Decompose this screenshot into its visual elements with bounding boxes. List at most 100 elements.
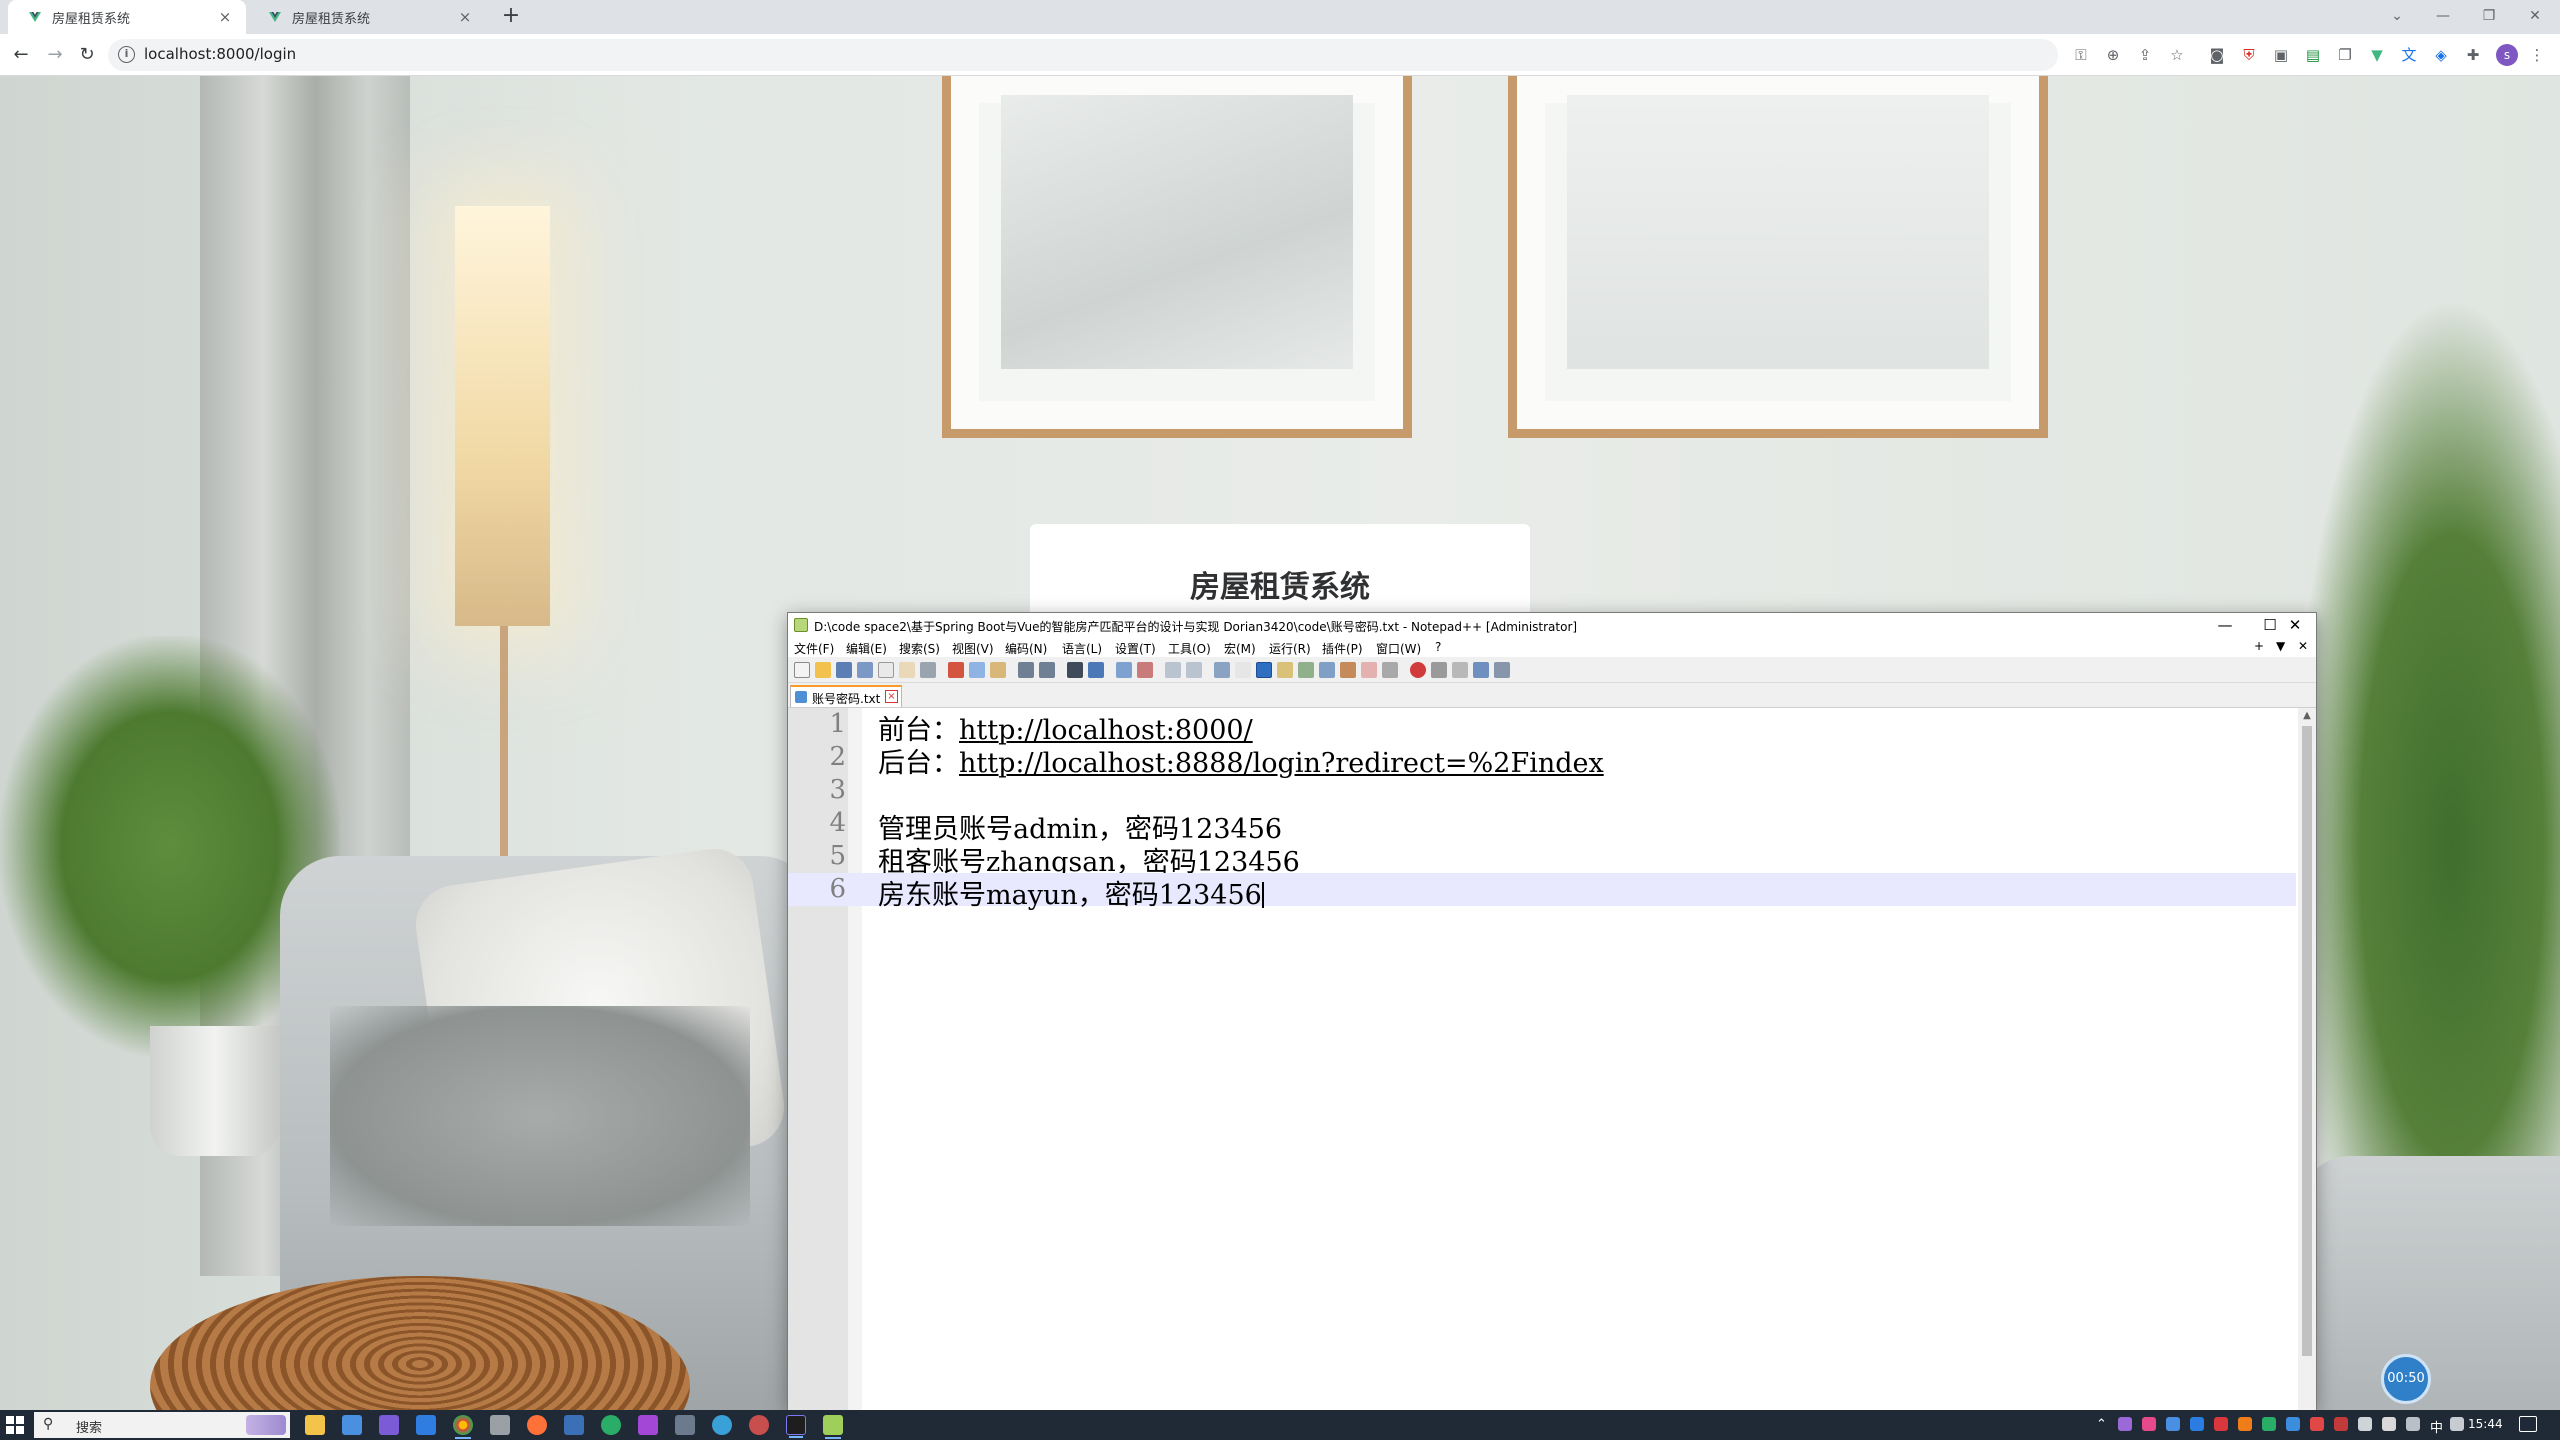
file-explorer-icon[interactable] [305, 1415, 325, 1435]
save-all-icon[interactable] [857, 662, 873, 678]
browser-menu-icon[interactable]: ⋮ [2526, 44, 2548, 66]
zoom-icon[interactable]: ⊕ [2102, 44, 2124, 66]
open-file-icon[interactable] [815, 662, 831, 678]
settings-gear-icon[interactable] [490, 1415, 510, 1435]
cut-icon[interactable] [948, 662, 964, 678]
show-all-chars-icon[interactable] [1235, 662, 1251, 678]
puzzle-icon[interactable]: ✚ [2462, 44, 2484, 66]
vue-devtools-icon[interactable]: ▼ [2366, 44, 2388, 66]
menu-plugins[interactable]: 插件(P) [1322, 640, 1363, 657]
tray-icon[interactable] [2286, 1417, 2300, 1431]
indent-guide-icon[interactable] [1256, 662, 1272, 678]
menu-help[interactable]: ? [1435, 640, 1441, 654]
windows-start-icon[interactable] [6, 1416, 24, 1434]
scrollbar-thumb[interactable] [2302, 726, 2312, 1356]
browser-tab-active[interactable]: 房屋租赁系统 × [8, 0, 246, 34]
menu-window[interactable]: 窗口(W) [1376, 640, 1421, 657]
window-close-button[interactable]: ✕ [2512, 0, 2558, 34]
replace-icon[interactable] [1088, 662, 1104, 678]
network-icon[interactable] [2406, 1417, 2420, 1431]
record-macro-icon[interactable] [1410, 662, 1426, 678]
stop-macro-icon[interactable] [1431, 662, 1447, 678]
tray-icon[interactable] [2238, 1417, 2252, 1431]
doc-map-icon[interactable] [1298, 662, 1314, 678]
reload-button[interactable]: ↻ [72, 40, 102, 70]
chrome-icon[interactable] [453, 1415, 473, 1439]
ime-indicator[interactable]: 中 [2430, 1417, 2443, 1436]
ide-icon[interactable] [786, 1415, 806, 1438]
editor-line[interactable]: 1 前台：http://localhost:8000/ [788, 708, 2316, 746]
close-all-icon[interactable] [899, 662, 915, 678]
taskbar-search-box[interactable]: ⚲ 搜索 [34, 1412, 290, 1438]
new-file-icon[interactable] [794, 662, 810, 678]
tray-icon[interactable] [2118, 1417, 2132, 1431]
share-icon[interactable]: ⇪ [2134, 44, 2156, 66]
doc-add-button[interactable]: + [2254, 639, 2264, 653]
tray-icon[interactable] [2190, 1417, 2204, 1431]
copy-icon[interactable] [969, 662, 985, 678]
scroll-up-icon[interactable]: ▲ [2298, 708, 2316, 724]
tray-icon[interactable] [2382, 1417, 2396, 1431]
editor-line[interactable]: 2 后台：http://localhost:8888/login?redirec… [788, 741, 2316, 779]
menu-tools[interactable]: 工具(O) [1168, 640, 1211, 657]
menu-macro[interactable]: 宏(M) [1224, 640, 1256, 657]
ime-mode-icon[interactable] [2450, 1417, 2464, 1431]
function-list-icon[interactable] [1319, 662, 1335, 678]
tray-icon[interactable] [2166, 1417, 2180, 1431]
shield-icon[interactable]: ⛨ [2238, 44, 2260, 66]
file-tab-close-icon[interactable]: × [885, 690, 898, 703]
tray-show-hidden-icon[interactable]: ⌃ [2096, 1417, 2107, 1432]
extension-icon[interactable]: ▣ [2270, 44, 2292, 66]
run-macro-multiple-icon[interactable] [1473, 662, 1489, 678]
forward-button[interactable]: → [40, 40, 70, 70]
window-minimize-button[interactable]: — [2420, 0, 2466, 34]
notepad-plus-plus-icon[interactable] [823, 1415, 843, 1439]
menu-edit[interactable]: 编辑(E) [846, 640, 887, 657]
notification-icon[interactable] [2519, 1416, 2537, 1432]
menu-run[interactable]: 运行(R) [1269, 640, 1311, 657]
language-icon[interactable] [1277, 662, 1293, 678]
save-icon[interactable] [836, 662, 852, 678]
menu-view[interactable]: 视图(V) [952, 640, 994, 657]
editor-line[interactable]: 5 租客账号zhangsan，密码123456 [788, 840, 2316, 878]
menu-language[interactable]: 语言(L) [1062, 640, 1102, 657]
paste-icon[interactable] [990, 662, 1006, 678]
firefox-icon[interactable] [527, 1415, 547, 1435]
back-button[interactable]: ← [6, 40, 36, 70]
address-bar[interactable]: i localhost:8000/login [108, 39, 2058, 71]
zoom-out-icon[interactable] [1137, 662, 1153, 678]
taskbar-app-icon[interactable] [675, 1415, 695, 1435]
menu-file[interactable]: 文件(F) [794, 640, 834, 657]
tray-icon[interactable] [2310, 1417, 2324, 1431]
file-tab-active[interactable]: 账号密码.txt × [790, 685, 902, 707]
taskbar-app-icon[interactable] [712, 1415, 732, 1435]
site-info-icon[interactable]: i [118, 46, 135, 63]
doc-list-button[interactable]: ▼ [2276, 639, 2285, 653]
menu-encoding[interactable]: 编码(N) [1005, 640, 1047, 657]
clipboard-icon[interactable]: ▤ [2302, 44, 2324, 66]
tray-icon[interactable] [2142, 1417, 2156, 1431]
address-bar-url[interactable]: localhost:8000/login [144, 45, 296, 63]
print-icon[interactable] [920, 662, 936, 678]
recording-timer[interactable]: 00:50 [2381, 1354, 2431, 1404]
notepad-title-bar[interactable]: D:\code space2\基于Spring Boot与Vue的智能房产匹配平… [788, 613, 2316, 637]
wechat-icon[interactable] [601, 1415, 621, 1435]
tray-icon[interactable] [2358, 1417, 2372, 1431]
vue-devtools-icon[interactable] [2334, 44, 2356, 66]
line-text[interactable]: 房东账号mayun，密码123456 [878, 873, 1264, 912]
key-icon[interactable]: ⚿ [2070, 44, 2092, 66]
new-tab-button[interactable]: + [498, 4, 524, 30]
taskbar-app-icon[interactable] [342, 1415, 362, 1435]
tray-icon[interactable] [2262, 1417, 2276, 1431]
translate-icon[interactable]: 文 [2398, 44, 2420, 66]
editor-vertical-scrollbar[interactable]: ▲ [2298, 708, 2316, 1411]
star-icon[interactable]: ☆ [2166, 44, 2188, 66]
taskbar-app-icon[interactable] [416, 1415, 436, 1435]
word-wrap-icon[interactable] [1214, 662, 1230, 678]
taskbar-app-icon[interactable] [749, 1415, 769, 1435]
taskbar-app-icon[interactable] [564, 1415, 584, 1435]
doc-close-button[interactable]: ✕ [2298, 639, 2308, 653]
sync-vertical-icon[interactable] [1165, 662, 1181, 678]
undo-icon[interactable] [1018, 662, 1034, 678]
taskbar-clock[interactable]: 15:44 [2468, 1417, 2503, 1431]
